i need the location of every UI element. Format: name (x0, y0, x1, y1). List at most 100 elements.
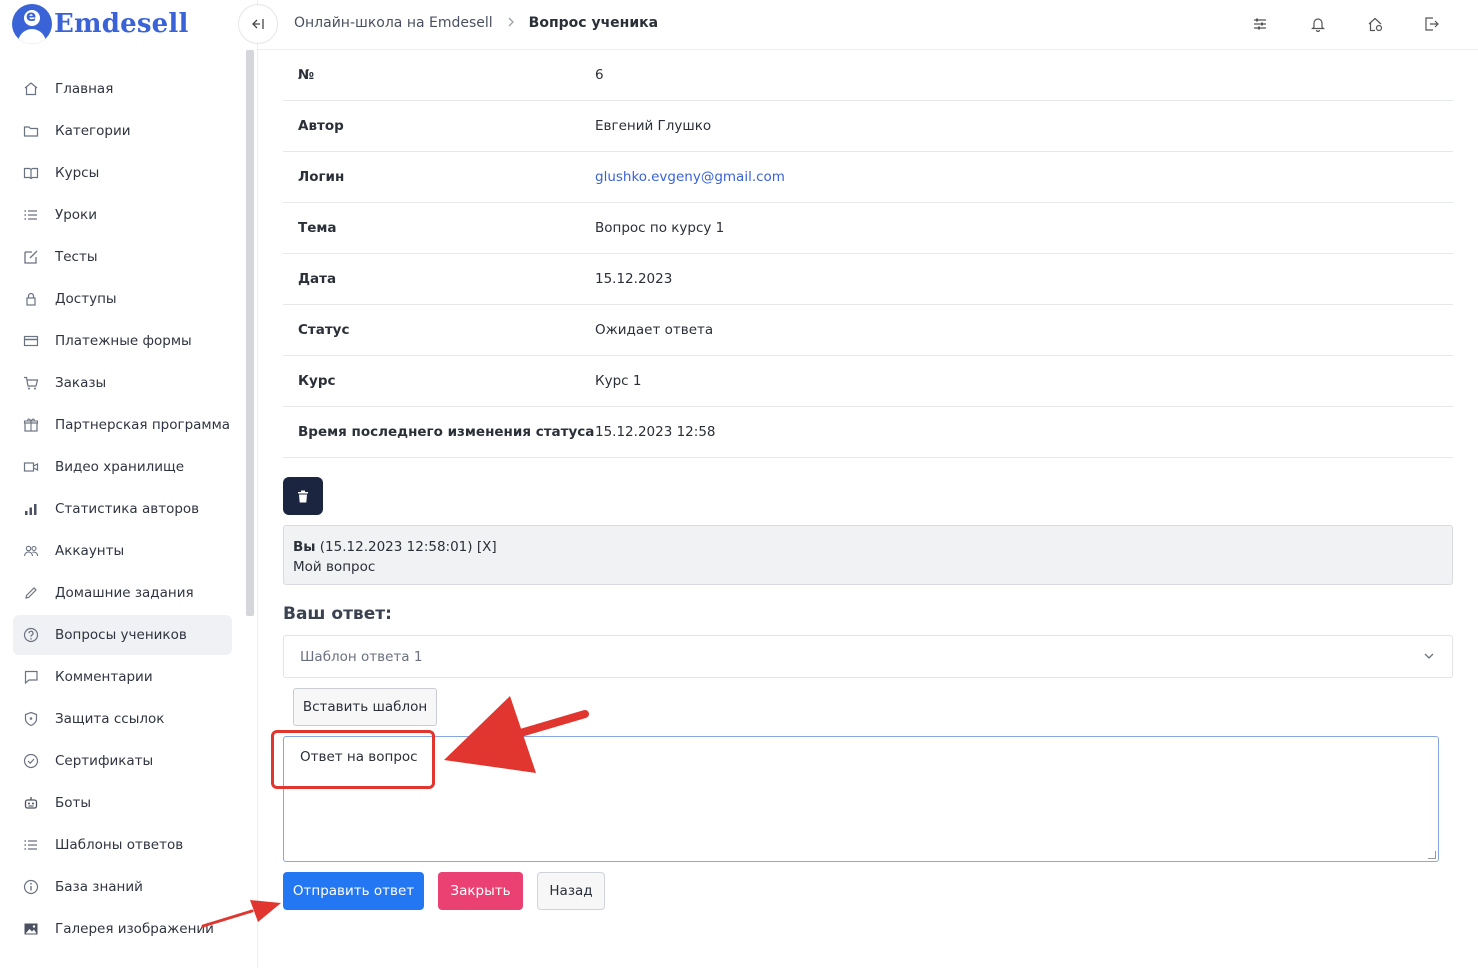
detail-key: Статус (298, 322, 350, 338)
detail-value: Курс 1 (595, 373, 642, 389)
sidebar-nav: Главная Категории Курсы Уроки Тесты Доступы Пл… (13, 69, 232, 951)
resize-handle[interactable] (1428, 851, 1436, 859)
logout-icon[interactable] (1422, 14, 1442, 34)
back-button[interactable]: Назад (537, 872, 605, 910)
template-select-value: Шаблон ответа 1 (300, 648, 423, 665)
chevron-right-icon (507, 15, 515, 31)
sidebar-item[interactable]: Видео хранилище (13, 447, 232, 487)
top-bar: Онлайн-школа на Emdesell Вопрос ученика (238, 0, 1478, 50)
answer-heading: Ваш ответ: (283, 604, 392, 624)
sidebar-item-label: Курсы (55, 165, 100, 181)
sidebar-item-label: Вопросы учеников (55, 627, 187, 643)
sidebar-item[interactable]: Аккаунты (13, 531, 232, 571)
detail-value: Вопрос по курсу 1 (595, 220, 725, 236)
list-icon (23, 207, 39, 223)
detail-key: Автор (298, 118, 344, 134)
sidebar-item-label: Статистика авторов (55, 501, 200, 517)
detail-key: Дата (298, 271, 337, 287)
detail-value-link[interactable]: glushko.evgeny@gmail.com (595, 169, 785, 185)
detail-row: № 6 (283, 50, 1453, 101)
sidebar-item[interactable]: База знаний (13, 867, 232, 907)
users-icon (23, 543, 39, 559)
sidebar-item-label: Комментарии (55, 669, 153, 685)
message-text: Мой вопрос (293, 559, 376, 575)
sidebar-item-label: Заказы (55, 375, 107, 391)
detail-key: Тема (298, 220, 337, 236)
brand-name: Emdesell (54, 9, 189, 39)
sidebar-item[interactable]: Домашние задания (13, 573, 232, 613)
detail-value: 15.12.2023 12:58 (595, 424, 716, 440)
sidebar-item-label: Доступы (55, 291, 117, 307)
info-icon (23, 879, 39, 895)
pencil-icon (23, 585, 39, 601)
collapse-sidebar-button[interactable] (238, 4, 278, 44)
message-card: Вы (15.12.2023 12:58:01) [X] Мой вопрос (283, 525, 1453, 585)
template-select[interactable]: Шаблон ответа 1 (283, 635, 1453, 678)
sidebar-item-label: Галерея изображений (55, 921, 214, 937)
sidebar-item-label: Категории (55, 123, 131, 139)
sidebar-item[interactable]: Галерея изображений (13, 909, 232, 949)
detail-key: Логин (298, 169, 345, 185)
detail-row: Курс Курс 1 (283, 356, 1453, 407)
logo[interactable]: e Emdesell (12, 4, 189, 44)
home-settings-icon[interactable] (1365, 14, 1385, 34)
sidebar-item[interactable]: Комментарии (13, 657, 232, 697)
chevron-down-icon (1424, 648, 1434, 662)
detail-row: Автор Евгений Глушко (283, 101, 1453, 152)
sidebar-item[interactable]: Вопросы учеников (13, 615, 232, 655)
edit-icon (23, 249, 39, 265)
detail-key: Время последнего изменения статуса (298, 424, 595, 440)
sidebar-item[interactable]: Статистика авторов (13, 489, 232, 529)
detail-value: Ожидает ответа (595, 322, 714, 338)
help-circle-icon (23, 627, 39, 643)
logo-icon: e (12, 4, 52, 44)
detail-row: Логин glushko.evgeny@gmail.com (283, 152, 1453, 203)
close-button[interactable]: Закрыть (438, 872, 523, 910)
detail-key: № (298, 67, 315, 83)
sidebar-item[interactable]: Защита ссылок (13, 699, 232, 739)
lock-icon (23, 291, 39, 307)
list-icon (23, 837, 39, 853)
delete-button[interactable] (283, 477, 323, 515)
sidebar-item[interactable]: Боты (13, 783, 232, 823)
breadcrumb-link-school[interactable]: Онлайн-школа на Emdesell (294, 15, 493, 31)
sidebar-item[interactable]: Сертификаты (13, 741, 232, 781)
sidebar-item[interactable]: Шаблоны ответов (13, 825, 232, 865)
gift-icon (23, 417, 39, 433)
collapse-icon (252, 19, 264, 29)
check-circle-icon (23, 753, 39, 769)
sidebar-item[interactable]: Заказы (13, 363, 232, 403)
breadcrumb-current: Вопрос ученика (528, 15, 659, 31)
sidebar-item[interactable]: Категории (13, 111, 232, 151)
folder-icon (23, 123, 39, 139)
message-meta: (15.12.2023 12:58:01) [X] (315, 539, 497, 555)
sliders-icon[interactable] (1250, 14, 1270, 34)
sidebar-item[interactable]: Партнерская программа (13, 405, 232, 445)
detail-row: Статус Ожидает ответа (283, 305, 1453, 356)
book-icon (23, 165, 39, 181)
sidebar-item-label: Аккаунты (55, 543, 125, 559)
sidebar-item[interactable]: Платежные формы (13, 321, 232, 361)
sidebar-item-label: Тесты (55, 249, 98, 265)
sidebar-item[interactable]: Главная (13, 69, 232, 109)
send-answer-button[interactable]: Отправить ответ (283, 872, 424, 910)
shield-icon (23, 711, 39, 727)
sidebar-item[interactable]: Курсы (13, 153, 232, 193)
sidebar-item-label: Платежные формы (55, 333, 192, 349)
sidebar-item[interactable]: Уроки (13, 195, 232, 235)
bar-chart-icon (23, 501, 39, 517)
sidebar-item[interactable]: Тесты (13, 237, 232, 277)
answer-textarea[interactable]: Ответ на вопрос (283, 736, 1439, 862)
sidebar-item-label: Домашние задания (55, 585, 194, 601)
insert-template-button[interactable]: Вставить шаблон (293, 688, 437, 726)
bell-icon[interactable] (1308, 14, 1328, 34)
sidebar-item-label: Сертификаты (55, 753, 154, 769)
credit-card-icon (23, 333, 39, 349)
video-icon (23, 459, 39, 475)
sidebar-item[interactable]: Доступы (13, 279, 232, 319)
sidebar-scrollbar[interactable] (246, 50, 254, 616)
image-icon (23, 921, 39, 937)
trash-icon (298, 490, 308, 502)
detail-row: Время последнего изменения статуса 15.12.… (283, 407, 1453, 458)
sidebar-item-label: Главная (55, 81, 114, 97)
